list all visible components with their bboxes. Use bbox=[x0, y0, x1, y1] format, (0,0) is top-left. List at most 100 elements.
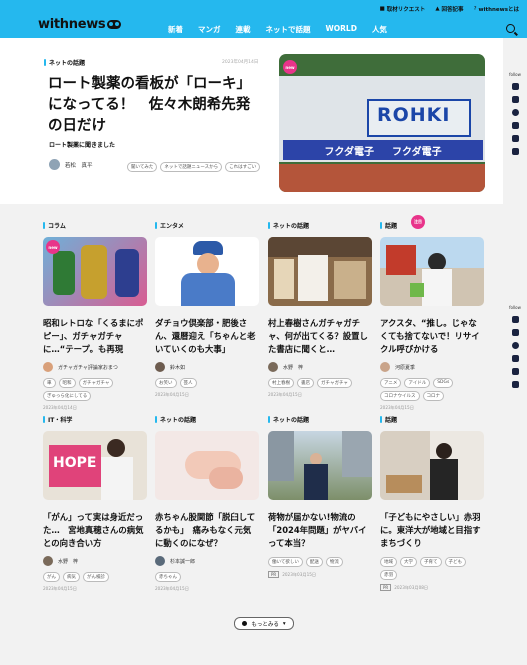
card-tags: 車 昭和 ガチャガチャ ぎゅっら化にしてる bbox=[43, 378, 147, 401]
hero-image[interactable]: ROHKI フクダ電子 フクダ電子 new bbox=[279, 54, 485, 192]
tag-chip[interactable]: 昭和 bbox=[58, 378, 76, 388]
card-category[interactable]: 話題 bbox=[380, 221, 484, 230]
card-author[interactable]: 水野 梓 bbox=[268, 362, 372, 372]
card-author[interactable]: 水野 梓 bbox=[43, 556, 147, 566]
tag-chip[interactable]: 赤羽 bbox=[380, 570, 397, 580]
nav-item-popular[interactable]: 人気 bbox=[372, 24, 387, 35]
tag-chip[interactable]: がん bbox=[43, 572, 60, 582]
tag-chip[interactable]: アイドル bbox=[404, 378, 431, 388]
nav-item-manga[interactable]: マンガ bbox=[198, 24, 221, 35]
article-card[interactable]: ネットの話題 赤ちゃん股関節「脱臼してるかも」 痛みもなく元気に動くのになぜ？ … bbox=[155, 415, 259, 592]
card-date: 2023年04月14日 bbox=[43, 405, 77, 410]
card-title[interactable]: 昭和レトロな「くるまにポピー」、ガチャガチャに…“テープ。も再現 bbox=[43, 317, 147, 357]
tag-chip[interactable]: SDGs bbox=[433, 378, 454, 388]
tag-chip[interactable]: 子育て bbox=[420, 557, 442, 567]
card-category[interactable]: ネットの話題 bbox=[268, 221, 372, 230]
rss-icon[interactable] bbox=[511, 381, 519, 388]
card-category[interactable]: ネットの話題 bbox=[155, 415, 259, 424]
card-author[interactable]: 河原夏季 bbox=[380, 362, 484, 372]
instagram-icon[interactable] bbox=[511, 109, 519, 116]
card-thumbnail[interactable] bbox=[268, 431, 372, 500]
nav-item-world[interactable]: WORLD bbox=[326, 24, 357, 35]
card-author[interactable]: 杉本誠一郎 bbox=[155, 556, 259, 566]
tag-chip[interactable]: 物流 bbox=[325, 557, 343, 567]
card-thumbnail[interactable]: HOPE bbox=[43, 431, 147, 500]
tag-chip[interactable]: コロナ bbox=[422, 391, 444, 401]
card-title[interactable]: 村上春樹さんガチャガチャ、何が出てくる？設置した書店に聞くと… bbox=[268, 317, 372, 357]
card-thumbnail[interactable] bbox=[268, 237, 372, 306]
hero-author[interactable]: 若松 真平 bbox=[49, 159, 93, 170]
card-tags: 赤ちゃん bbox=[155, 572, 259, 582]
card-title[interactable]: 「子どもにやさしい」赤羽に。東洋大が地域と目指すまちづくり bbox=[380, 511, 484, 551]
article-card[interactable]: 話題 注目 アクスタ、“推し。じゃなくても捨てないで！リサイクル呼びかける 河原… bbox=[380, 215, 484, 411]
card-title[interactable]: 赤ちゃん股関節「脱臼してるかも」 痛みもなく元気に動くのになぜ？ bbox=[155, 511, 259, 551]
tiktok-icon[interactable] bbox=[511, 368, 519, 375]
tag-chip[interactable]: 配送 bbox=[305, 557, 323, 567]
youtube-icon[interactable] bbox=[511, 355, 519, 362]
nav-item-net-topics[interactable]: ネットで話題 bbox=[266, 24, 311, 35]
tag-chip[interactable]: アニメ bbox=[380, 378, 402, 388]
card-category[interactable]: 話題 bbox=[380, 415, 484, 424]
tag-chip[interactable]: 地域 bbox=[380, 557, 397, 567]
load-more-button[interactable]: もっとみる ▾ bbox=[234, 617, 294, 630]
article-card[interactable]: コラム new 昭和レトロな「くるまにポピー」、ガチャガチャに…“テープ。も再現… bbox=[43, 221, 147, 411]
card-title[interactable]: ダチョウ倶楽部・肥後さん、還暦迎え「ちゃんと老いていくのも大事」 bbox=[155, 317, 259, 357]
article-card[interactable]: ネットの話題 村上春樹さんガチャガチャ、何が出てくる？設置した書店に聞くと… 水… bbox=[268, 221, 372, 398]
article-card[interactable]: IT・科学 HOPE 「がん」って実は身近だった… 宮地真穂さんの病気との向き合… bbox=[43, 415, 147, 592]
card-thumbnail[interactable]: new bbox=[43, 237, 147, 306]
tag-chip[interactable]: 書店 bbox=[297, 378, 314, 388]
logo-mark-icon bbox=[107, 20, 122, 29]
hero-title[interactable]: ロート製薬の看板が「ローキ」になってる！ 佐々木朗希先発の日だけ bbox=[48, 74, 263, 137]
tag-chip[interactable]: 聞いてみた bbox=[127, 162, 158, 172]
tag-chip[interactable]: お笑い bbox=[155, 378, 177, 388]
tag-chip[interactable]: 車 bbox=[43, 378, 56, 388]
article-card[interactable]: ネットの話題 荷物が届かない!物流の「2024年問題」がヤバイって本当？ 働いて… bbox=[268, 415, 372, 578]
twitter-icon[interactable] bbox=[511, 83, 519, 90]
tag-chip[interactable]: 芸人 bbox=[179, 378, 197, 388]
card-thumbnail[interactable] bbox=[380, 237, 484, 306]
article-card[interactable]: エンタメ ダチョウ倶楽部・肥後さん、還暦迎え「ちゃんと老いていくのも大事」 鈴木… bbox=[155, 221, 259, 398]
card-author[interactable]: ガチャガチャ評論家おまつ bbox=[43, 362, 147, 372]
tag-chip[interactable]: 働いて欲しい bbox=[268, 557, 303, 567]
rss-icon[interactable] bbox=[511, 148, 519, 155]
article-card[interactable]: 話題 「子どもにやさしい」赤羽に。東洋大が地域と目指すまちづくり 地域 大学 子… bbox=[380, 415, 484, 591]
top-link-request[interactable]: ■ 取材リクエスト bbox=[380, 5, 426, 13]
card-category[interactable]: コラム bbox=[43, 221, 147, 230]
top-link-answers[interactable]: ▲ 回答記事 bbox=[435, 5, 463, 13]
card-category[interactable]: エンタメ bbox=[155, 221, 259, 230]
tiktok-icon[interactable] bbox=[511, 135, 519, 142]
card-thumbnail[interactable] bbox=[155, 431, 259, 500]
tag-chip[interactable]: 大学 bbox=[400, 557, 417, 567]
site-logo[interactable]: withnews bbox=[38, 17, 122, 32]
facebook-icon[interactable] bbox=[511, 329, 519, 336]
hero-category[interactable]: ネットの話題 bbox=[44, 58, 85, 67]
tag-chip[interactable]: 子ども bbox=[444, 557, 466, 567]
tag-chip[interactable]: これはすごい bbox=[225, 162, 261, 172]
nav-item-series[interactable]: 連載 bbox=[236, 24, 251, 35]
search-icon[interactable] bbox=[506, 24, 515, 33]
tag-chip[interactable]: ネットで話題ニュースから bbox=[160, 162, 223, 172]
card-author[interactable]: 鈴木如 bbox=[155, 362, 259, 372]
instagram-icon[interactable] bbox=[511, 342, 519, 349]
tag-chip[interactable]: がん検診 bbox=[83, 572, 109, 582]
twitter-icon[interactable] bbox=[511, 316, 519, 323]
card-title[interactable]: アクスタ、“推し。じゃなくても捨てないで！リサイクル呼びかける bbox=[380, 317, 484, 357]
card-title[interactable]: 荷物が届かない!物流の「2024年問題」がヤバイって本当？ bbox=[268, 511, 372, 551]
facebook-icon[interactable] bbox=[511, 96, 519, 103]
card-thumbnail[interactable] bbox=[155, 237, 259, 306]
tag-chip[interactable]: ガチャガチャ bbox=[78, 378, 114, 388]
card-category[interactable]: IT・科学 bbox=[43, 415, 147, 424]
card-title[interactable]: 「がん」って実は身近だった… 宮地真穂さんの病気との向き合い方 bbox=[43, 511, 147, 551]
tag-chip[interactable]: コロナウイルス bbox=[380, 391, 420, 401]
top-link-about[interactable]: ? withnewsとは bbox=[474, 5, 519, 13]
tag-chip[interactable]: ガチャガチャ bbox=[317, 378, 352, 388]
tag-chip[interactable]: 村上春樹 bbox=[268, 378, 294, 388]
youtube-icon[interactable] bbox=[511, 122, 519, 129]
card-thumbnail[interactable] bbox=[380, 431, 484, 500]
nav-item-new[interactable]: 新着 bbox=[168, 24, 183, 35]
tag-chip[interactable]: 病気 bbox=[63, 572, 80, 582]
card-category[interactable]: ネットの話題 bbox=[268, 415, 372, 424]
hero-article[interactable]: ネットの話題 2023年04月14日 ロート製薬の看板が「ローキ」になってる！ … bbox=[0, 38, 503, 204]
tag-chip[interactable]: 赤ちゃん bbox=[155, 572, 181, 582]
tag-chip[interactable]: ぎゅっら化にしてる bbox=[43, 391, 92, 401]
